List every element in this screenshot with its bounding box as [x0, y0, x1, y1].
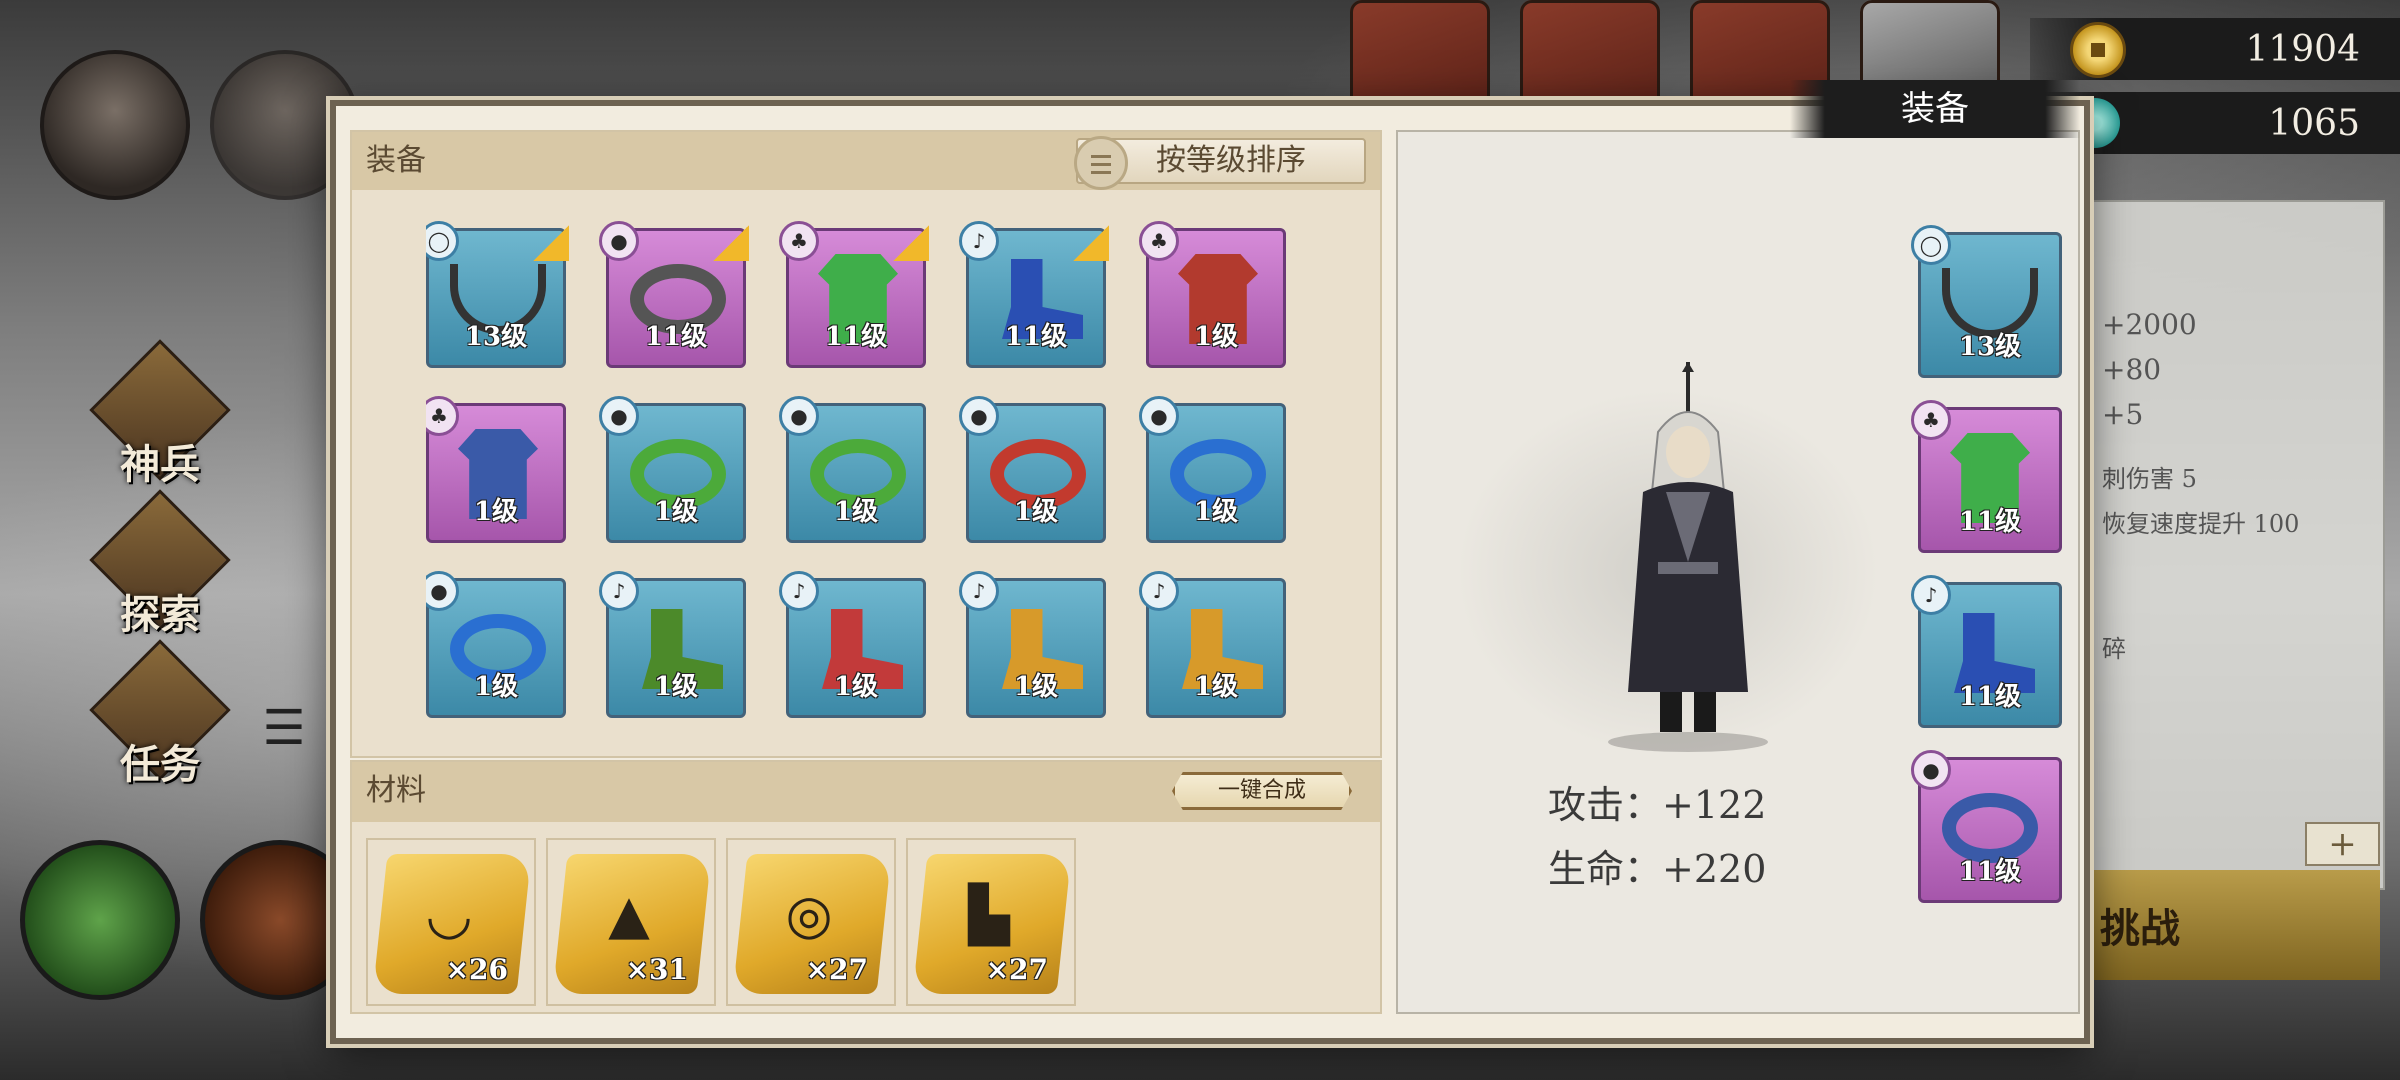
- dialog-title-tab: 装备: [1790, 80, 2080, 138]
- gem-value: 1065: [2268, 102, 2360, 144]
- equipment-list-panel: 装备 按等级排序 ◯ 13级 ● 11级 ♣ 11级 ♪ 11级 ♣ 1级 ♣ 1级 ● 1级 ● 1级 ● 1级…: [350, 130, 1382, 758]
- character-figure: [1608, 362, 1768, 752]
- item-level: 1级: [833, 497, 879, 527]
- robe-scroll-icon: ▲: [608, 883, 650, 946]
- item-level: 1级: [653, 672, 699, 702]
- side-button-weapon[interactable]: 神兵: [89, 339, 231, 490]
- item-level: 1级: [1193, 672, 1239, 702]
- material-item[interactable]: ◡ ×26: [366, 838, 536, 1006]
- material-item[interactable]: ▲ ×31: [546, 838, 716, 1006]
- equipment-grid: ◯ 13级 ● 11级 ♣ 11级 ♪ 11级 ♣ 1级 ♣ 1级 ● 1级 ● 1级 ● 1级 ● 1级 ● 1级 ♪ 1级…: [426, 212, 1326, 742]
- item-level: 11级: [644, 322, 708, 352]
- equipment-header-label: 装备: [366, 143, 426, 178]
- material-item[interactable]: ◎ ×27: [726, 838, 896, 1006]
- side-button-explore[interactable]: 探索: [89, 489, 231, 640]
- item-level: 11级: [824, 322, 888, 352]
- material-quantity: ×27: [805, 953, 868, 986]
- equipment-item[interactable]: ● 1级: [959, 396, 1106, 543]
- material-quantity: ×31: [625, 953, 688, 986]
- dialog-title: 装备: [1901, 89, 1969, 129]
- equipment-item[interactable]: ● 1级: [1139, 396, 1286, 543]
- equipment-item[interactable]: ● 1级: [426, 571, 566, 718]
- equipment-item[interactable]: ♣ 1级: [1139, 221, 1286, 368]
- equipment-item[interactable]: ● 1级: [599, 396, 746, 543]
- equipped-slot[interactable]: ● 11级: [1911, 750, 2062, 903]
- stat-line: 碎: [2102, 635, 2126, 663]
- equipment-dialog: 装备 按等级排序 ◯ 13级 ● 11级 ♣ 11级 ♪ 11级 ♣ 1级 ♣ 1级 ● 1级 ● 1级 ● 1级…: [330, 100, 2090, 1044]
- item-level: 11级: [1958, 682, 2022, 712]
- hp-stat: 生命：+220: [1548, 847, 1767, 891]
- necklace-scroll-icon: ◡: [425, 883, 473, 946]
- sort-label: 按等级排序: [1156, 143, 1306, 178]
- background-stat-panel: +2000 +80 +5 刺伤害 5 恢复速度提升 100 碎: [2090, 200, 2385, 890]
- equipment-item[interactable]: ♪ 1级: [599, 571, 746, 718]
- coin-icon: [2070, 22, 2126, 78]
- item-level: 1级: [1013, 672, 1059, 702]
- boots-scroll-icon: ▙: [968, 883, 1010, 946]
- stat-line: +2000: [2102, 308, 2197, 341]
- stat-line: +80: [2102, 353, 2162, 386]
- event-icon[interactable]: [1350, 0, 1490, 110]
- menu-toggle-icon[interactable]: ☰: [256, 700, 312, 756]
- item-level: 1级: [473, 672, 519, 702]
- equipment-item[interactable]: ◯ 13级: [426, 221, 569, 368]
- equipped-slot[interactable]: ◯ 13级: [1911, 225, 2062, 378]
- equipment-item[interactable]: ● 1级: [779, 396, 926, 543]
- item-level: 1级: [653, 497, 699, 527]
- side-button-quest[interactable]: 任务: [89, 639, 231, 790]
- sort-by-level-button[interactable]: 按等级排序: [1074, 136, 1366, 190]
- challenge-button[interactable]: 挑战: [2090, 870, 2380, 980]
- list-icon: [1074, 136, 1128, 190]
- equipment-item[interactable]: ♪ 1级: [779, 571, 926, 718]
- item-level: 13级: [1958, 332, 2022, 362]
- item-level: 1级: [1193, 322, 1239, 352]
- stat-line: 刺伤害 5: [2102, 465, 2197, 493]
- item-level: 13级: [464, 322, 528, 352]
- stat-line: +5: [2102, 398, 2144, 431]
- add-button[interactable]: +: [2305, 822, 2380, 866]
- item-level: 1级: [833, 672, 879, 702]
- materials-header-label: 材料: [366, 773, 426, 808]
- equipment-item[interactable]: ● 11级: [599, 221, 749, 368]
- side-button-label: 探索: [120, 591, 200, 638]
- stat-line: 恢复速度提升 100: [2102, 510, 2300, 538]
- hero-avatar[interactable]: [40, 50, 190, 200]
- challenge-label: 挑战: [2100, 905, 2180, 952]
- item-level: 1级: [473, 497, 519, 527]
- character-panel: 攻击：+122 生命：+220 ◯ 13级 ♣ 11级 ♪ 11级 ● 11级: [1396, 130, 2080, 1014]
- item-level: 11级: [1004, 322, 1068, 352]
- attack-stat: 攻击：+122: [1548, 783, 1767, 827]
- equipment-header: 装备 按等级排序: [352, 132, 1380, 190]
- merge-label: 一键合成: [1217, 778, 1306, 803]
- side-button-label: 神兵: [120, 441, 200, 488]
- shop-icon[interactable]: [1520, 0, 1660, 110]
- equipment-item[interactable]: ♪ 11级: [959, 221, 1109, 368]
- equipment-item[interactable]: ♣ 1级: [426, 396, 566, 543]
- coin-counter: 11904: [2030, 18, 2400, 80]
- ring-scroll-icon: ◎: [785, 883, 833, 946]
- equipped-slot[interactable]: ♪ 11级: [1911, 575, 2062, 728]
- equipment-item[interactable]: ♪ 1级: [1139, 571, 1286, 718]
- item-level: 11级: [1958, 857, 2022, 887]
- add-label: +: [2328, 824, 2357, 864]
- skill-button[interactable]: [20, 840, 180, 1000]
- material-quantity: ×27: [985, 953, 1048, 986]
- equipment-item[interactable]: ♪ 1级: [959, 571, 1106, 718]
- material-item[interactable]: ▙ ×27: [906, 838, 1076, 1006]
- materials-panel: 材料 一键合成 ◡ ×26 ▲ ×31 ◎ ×27 ▙ ×27: [350, 760, 1382, 1014]
- item-level: 1级: [1013, 497, 1059, 527]
- equipped-slot[interactable]: ♣ 11级: [1911, 400, 2062, 553]
- equipment-item[interactable]: ♣ 11级: [779, 221, 929, 368]
- material-quantity: ×26: [445, 953, 508, 986]
- one-click-merge-button[interactable]: 一键合成: [1172, 772, 1352, 810]
- coin-value: 11904: [2245, 28, 2360, 70]
- item-level: 11级: [1958, 507, 2022, 537]
- side-button-label: 任务: [120, 741, 200, 788]
- item-level: 1级: [1193, 497, 1239, 527]
